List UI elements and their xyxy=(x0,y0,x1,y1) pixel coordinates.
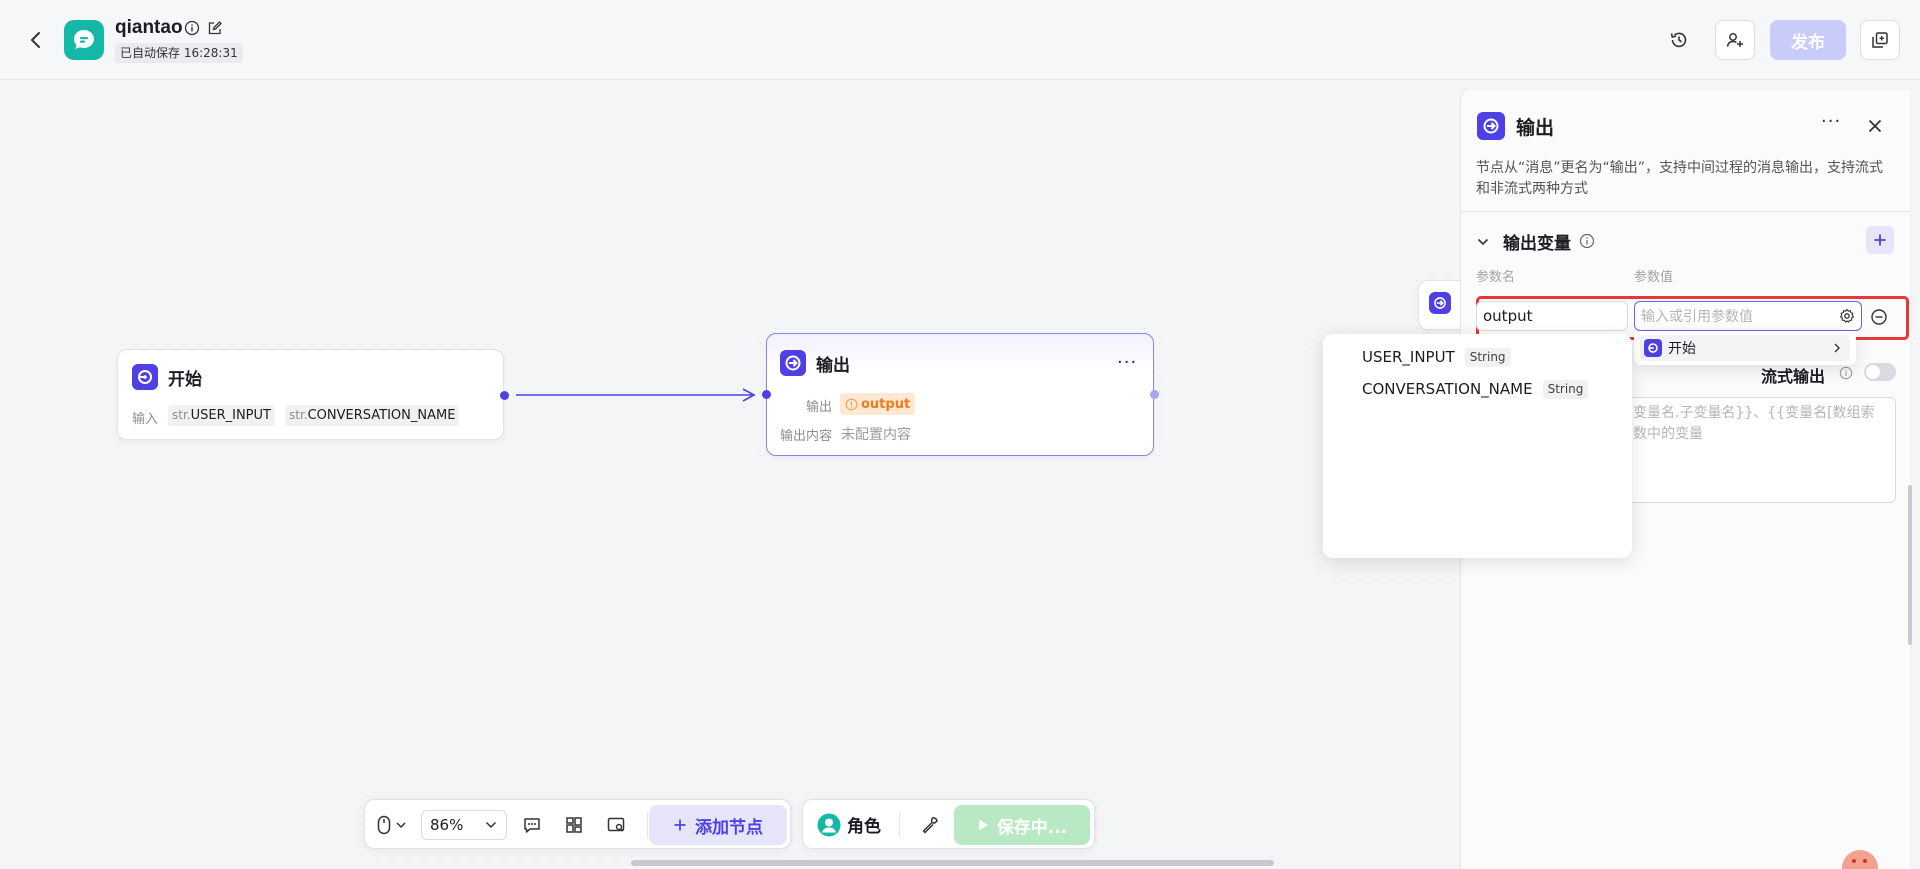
add-user-icon xyxy=(1726,33,1743,47)
more-options-icon[interactable]: ··· xyxy=(1117,352,1137,373)
output-node-content-label: 输出内容 xyxy=(780,429,833,444)
chevron-down-icon xyxy=(396,822,406,829)
zoom-select[interactable]: 86% xyxy=(421,810,507,840)
section-title: 输出变量 xyxy=(1503,234,1571,254)
tool-wrench-icon[interactable] xyxy=(920,815,940,835)
output-icon xyxy=(1429,292,1451,314)
input-var-tag: str.CONVERSATION_NAME xyxy=(284,405,460,426)
output-node-content-value: 未配置内容 xyxy=(841,427,911,443)
minimap-icon[interactable] xyxy=(606,815,626,835)
info-icon[interactable] xyxy=(184,20,200,36)
mouse-icon xyxy=(377,815,391,835)
chevron-down-icon[interactable] xyxy=(1476,235,1490,249)
divider xyxy=(1461,211,1911,212)
gear-icon xyxy=(1839,308,1855,323)
autosave-status: 已自动保存 16:28:31 xyxy=(115,43,243,63)
play-icon xyxy=(978,819,988,831)
toolbar-divider xyxy=(647,812,648,838)
app-name: qiantao xyxy=(115,17,183,38)
param-name-input[interactable]: output xyxy=(1476,301,1628,331)
output-icon xyxy=(1483,118,1499,134)
output-icon xyxy=(785,355,801,371)
canvas-toolbar: 86% 添加节点 xyxy=(364,799,791,849)
copy-icon xyxy=(1872,32,1888,48)
section-info-icon[interactable] xyxy=(1579,233,1595,249)
panel-description: 节点从“消息”更名为“输出”，支持中间过程的消息输出，支持流式和非流式两种方式 xyxy=(1476,160,1884,197)
variable-item[interactable]: CONVERSATION_NAME String xyxy=(1362,376,1589,402)
param-value-header: 参数值 xyxy=(1634,270,1674,285)
start-icon xyxy=(138,370,152,384)
close-icon[interactable] xyxy=(1866,117,1884,135)
output-node-title: 输出 xyxy=(816,356,850,376)
output-node[interactable]: 输出 ··· 输出 output 输出内容 未配置内容 xyxy=(762,333,1159,456)
start-node-inputs: str.USER_INPUT str.CONVERSATION_NAME xyxy=(168,405,460,426)
publish-button[interactable]: 发布 xyxy=(1770,20,1846,60)
start-node-input-label: 输入 xyxy=(132,412,159,427)
chat-bubble-icon xyxy=(74,30,94,49)
stream-output-toggle[interactable] xyxy=(1864,363,1896,381)
history-icon xyxy=(1670,32,1687,48)
panel-title: 输出 xyxy=(1516,117,1555,139)
param-name-header: 参数名 xyxy=(1476,270,1516,285)
header-bar: qiantao 已自动保存 16:28:31 发布 xyxy=(0,0,1920,80)
editor-placeholder-line2: 数中的变量 xyxy=(1633,426,1703,442)
start-node-title: 开始 xyxy=(168,370,202,390)
stream-output-label: 流式输出 xyxy=(1761,367,1826,386)
comment-icon[interactable] xyxy=(522,815,542,835)
start-node[interactable]: 开始 输入 str.USER_INPUT str.CONVERSATION_NA… xyxy=(117,349,509,440)
reference-node-menu: 开始 xyxy=(1634,331,1856,365)
interaction-mode-select[interactable] xyxy=(377,815,407,835)
add-node-button[interactable]: 添加节点 xyxy=(649,805,787,845)
panel-scrollbar[interactable] xyxy=(1908,485,1912,645)
remove-variable-icon[interactable] xyxy=(1870,308,1888,326)
avatar-icon xyxy=(817,813,841,836)
app-logo xyxy=(64,20,104,60)
start-node-icon xyxy=(132,364,158,390)
input-var-tag: str.USER_INPUT xyxy=(168,405,275,426)
edit-icon[interactable] xyxy=(207,20,223,36)
ref-node-item-start[interactable]: 开始 xyxy=(1640,335,1850,361)
canvas-horizontal-scrollbar[interactable] xyxy=(631,860,1274,866)
output-var-tag: output xyxy=(840,393,916,415)
connection-edge xyxy=(516,388,756,402)
variable-item[interactable]: USER_INPUT String xyxy=(1362,344,1511,370)
warning-icon xyxy=(845,398,858,410)
output-node-output-port[interactable] xyxy=(1150,390,1159,399)
add-variable-button[interactable] xyxy=(1866,226,1894,254)
output-node-icon xyxy=(780,350,806,376)
panel-node-icon xyxy=(1477,112,1505,140)
plus-icon xyxy=(1874,234,1886,246)
param-value-input[interactable]: 输入或引用参数值 xyxy=(1634,301,1862,331)
ref-node-label: 开始 xyxy=(1668,341,1696,357)
layout-grid-icon[interactable] xyxy=(564,815,584,835)
start-node-output-port[interactable] xyxy=(500,391,509,400)
duplicate-button[interactable] xyxy=(1860,20,1900,60)
editor-placeholder-line1: 变量名.子变量名}}、{{变量名[数组索 xyxy=(1633,405,1875,421)
run-toolbar: 角色 保存中... xyxy=(802,799,1095,849)
chevron-down-icon xyxy=(485,821,497,829)
chevron-right-icon xyxy=(1834,343,1840,353)
stream-info-icon[interactable] xyxy=(1839,366,1853,380)
output-node-input-port[interactable] xyxy=(762,390,771,399)
toolbar-divider xyxy=(899,812,900,838)
history-button[interactable] xyxy=(1659,20,1699,60)
output-node-output-label: 输出 xyxy=(806,400,833,415)
save-run-button[interactable]: 保存中... xyxy=(954,805,1090,845)
role-selector[interactable]: 角色 xyxy=(817,812,881,837)
back-arrow-icon[interactable] xyxy=(24,28,48,52)
variable-submenu: USER_INPUT String CONVERSATION_NAME Stri… xyxy=(1323,334,1632,558)
collaborators-button[interactable] xyxy=(1715,20,1755,60)
start-icon xyxy=(1644,339,1662,357)
panel-more-icon[interactable]: ··· xyxy=(1821,111,1841,132)
plus-icon xyxy=(674,819,686,831)
param-value-placeholder: 输入或引用参数值 xyxy=(1641,309,1753,325)
